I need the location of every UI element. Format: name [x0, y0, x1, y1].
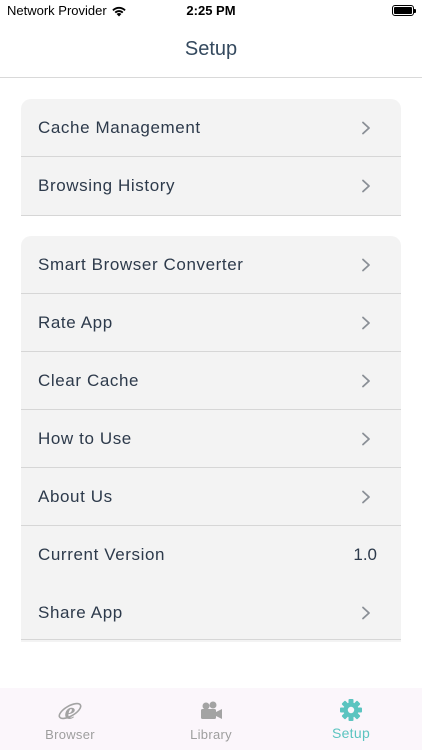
tab-label: Browser	[45, 727, 95, 742]
row-label: Share App	[38, 603, 123, 622]
row-smart-browser-converter[interactable]: Smart Browser Converter	[21, 236, 401, 294]
internet-explorer-icon: e	[58, 699, 82, 724]
row-label: Current Version	[38, 545, 166, 564]
row-rate-app[interactable]: Rate App	[21, 294, 401, 352]
svg-text:e: e	[65, 699, 76, 724]
tab-bar: e Browser Library Setup	[0, 688, 422, 750]
chevron-right-icon	[362, 374, 370, 388]
row-label: Rate App	[38, 313, 113, 332]
chevron-right-icon	[362, 432, 370, 446]
tab-label: Setup	[331, 725, 371, 741]
chevron-right-icon	[362, 121, 370, 135]
settings-group-secondary: Smart Browser Converter Rate App Clear C…	[21, 236, 401, 642]
row-label: Cache Management	[38, 118, 201, 137]
navigation-bar: Setup	[0, 22, 422, 78]
tab-library[interactable]: Library	[141, 688, 281, 750]
tab-label: Library	[190, 727, 232, 742]
clock: 2:25 PM	[186, 3, 236, 18]
status-bar: Network Provider 2:25 PM	[0, 0, 422, 22]
page-title: Setup	[184, 38, 238, 60]
row-label: How to Use	[38, 429, 132, 448]
divider	[21, 215, 401, 216]
video-camera-icon	[201, 701, 222, 719]
battery-icon	[392, 5, 416, 16]
chevron-right-icon	[362, 316, 370, 330]
row-browsing-history[interactable]: Browsing History	[21, 157, 401, 215]
chevron-right-icon	[362, 179, 370, 193]
row-clear-cache[interactable]: Clear Cache	[21, 352, 401, 410]
row-about-us[interactable]: About Us	[21, 468, 401, 526]
row-label: Smart Browser Converter	[38, 255, 244, 274]
version-value: 1.0	[353, 545, 377, 564]
row-cache-management[interactable]: Cache Management	[21, 99, 401, 157]
chevron-right-icon	[362, 258, 370, 272]
tab-setup[interactable]: Setup	[281, 688, 421, 750]
row-label: Clear Cache	[38, 371, 140, 390]
chevron-right-icon	[362, 606, 370, 620]
divider	[21, 639, 401, 640]
row-share-app[interactable]: Share App	[21, 584, 401, 642]
row-label: About Us	[38, 487, 113, 506]
chevron-right-icon	[362, 490, 370, 504]
gear-icon	[340, 699, 362, 721]
row-label: Browsing History	[38, 176, 176, 195]
tab-browser[interactable]: e Browser	[0, 688, 140, 750]
row-how-to-use[interactable]: How to Use	[21, 410, 401, 468]
row-current-version: Current Version 1.0	[21, 526, 401, 584]
settings-group-primary: Cache Management Browsing History	[21, 99, 401, 215]
